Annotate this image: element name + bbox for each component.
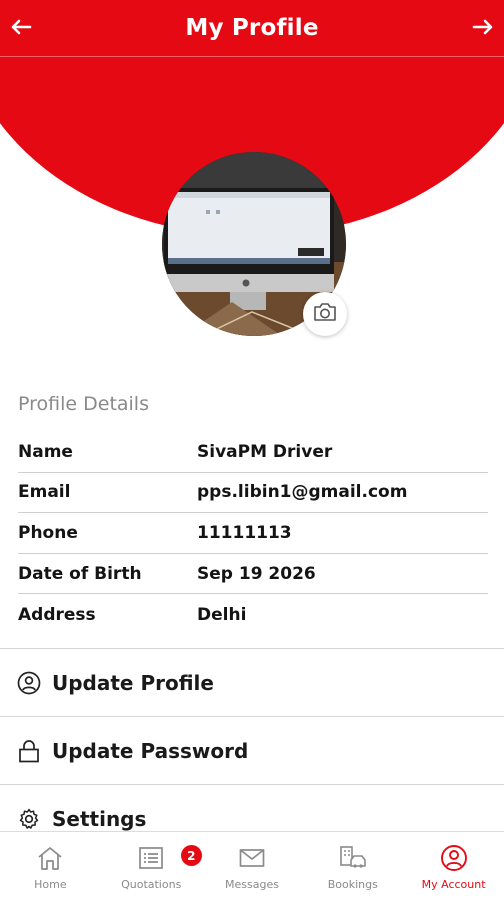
- bottom-tab-bar: Home Quotations 2 Messages Bookings My A…: [0, 831, 504, 900]
- tab-label: My Account: [421, 878, 486, 891]
- detail-row-email: Email pps.libin1@gmail.com: [18, 473, 488, 514]
- detail-row-phone: Phone 11111113: [18, 513, 488, 554]
- home-icon: [35, 844, 65, 872]
- update-profile-button[interactable]: Update Profile: [0, 648, 504, 716]
- detail-label: Phone: [18, 522, 78, 543]
- menu-item-label: Update Profile: [52, 670, 214, 695]
- menu-item-label: Settings: [52, 806, 147, 831]
- detail-value: SivaPM Driver: [197, 441, 333, 462]
- detail-row-dob: Date of Birth Sep 19 2026: [18, 554, 488, 595]
- page-title: My Profile: [185, 15, 319, 41]
- camera-button[interactable]: [303, 292, 347, 336]
- notification-badge: 2: [180, 845, 202, 866]
- tab-quotations[interactable]: Quotations 2: [101, 832, 202, 900]
- gear-icon: [17, 807, 41, 831]
- tab-home[interactable]: Home: [0, 832, 101, 900]
- bookings-icon: [338, 844, 368, 872]
- detail-label: Email: [18, 482, 71, 503]
- menu-item-label: Update Password: [52, 738, 249, 763]
- tab-messages[interactable]: Messages: [202, 832, 303, 900]
- detail-value: Delhi: [197, 604, 247, 625]
- detail-value: 11111113: [197, 522, 292, 543]
- tab-label: Quotations: [121, 878, 182, 891]
- update-password-button[interactable]: Update Password: [0, 716, 504, 784]
- camera-icon: [312, 301, 338, 327]
- detail-value: pps.libin1@gmail.com: [197, 482, 408, 503]
- profile-details-heading: Profile Details: [18, 393, 149, 415]
- account-icon: [439, 844, 469, 872]
- mail-icon: [237, 844, 267, 872]
- arrow-left-icon[interactable]: [6, 12, 36, 42]
- arrow-right-icon[interactable]: [468, 12, 498, 42]
- detail-label: Date of Birth: [18, 563, 142, 584]
- app-header: My Profile: [0, 0, 504, 57]
- detail-label: Address: [18, 604, 96, 625]
- tab-label: Messages: [225, 878, 279, 891]
- lock-icon: [17, 739, 41, 763]
- profile-details-list: Name SivaPM Driver Email pps.libin1@gmai…: [18, 432, 488, 635]
- detail-row-name: Name SivaPM Driver: [18, 432, 488, 473]
- detail-row-address: Address Delhi: [18, 594, 488, 635]
- tab-label: Bookings: [327, 878, 378, 891]
- tab-bookings[interactable]: Bookings: [302, 832, 403, 900]
- tab-label: Home: [34, 878, 67, 891]
- user-circle-icon: [17, 671, 41, 695]
- detail-label: Name: [18, 441, 73, 462]
- list-icon: [136, 844, 166, 872]
- tab-my-account[interactable]: My Account: [403, 832, 504, 900]
- detail-value: Sep 19 2026: [197, 563, 316, 584]
